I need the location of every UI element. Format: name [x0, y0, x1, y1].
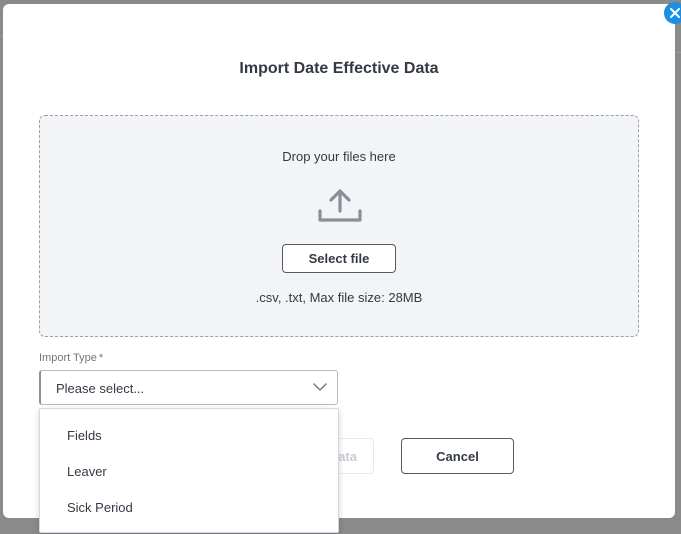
dropdown-option-fields[interactable]: Fields [67, 428, 102, 443]
import-type-label-text: Import Type [39, 352, 97, 364]
modal-title: Import Date Effective Data [239, 60, 439, 77]
import-type-value: Please select... [56, 381, 145, 396]
chevron-down-icon [313, 383, 327, 391]
required-marker: * [98, 352, 104, 364]
import-type-dropdown: Fields Leaver Sick Period [39, 408, 339, 533]
file-dropzone[interactable]: Drop your files here Select file .csv, .… [39, 115, 639, 337]
import-type-label: Import Type * [39, 352, 103, 364]
cancel-button[interactable]: Cancel [401, 438, 514, 474]
upload-icon [318, 189, 362, 222]
dropdown-option-leaver[interactable]: Leaver [67, 464, 107, 479]
import-type-select[interactable]: Please select... [39, 370, 338, 405]
close-icon [670, 8, 680, 18]
dropdown-option-sick-period[interactable]: Sick Period [67, 500, 133, 515]
dropzone-prompt: Drop your files here [282, 149, 396, 164]
backdrop-line [676, 52, 681, 53]
close-button[interactable] [664, 2, 681, 24]
select-file-button[interactable]: Select file [282, 244, 396, 273]
file-requirements-hint: .csv, .txt, Max file size: 28MB [255, 290, 423, 305]
